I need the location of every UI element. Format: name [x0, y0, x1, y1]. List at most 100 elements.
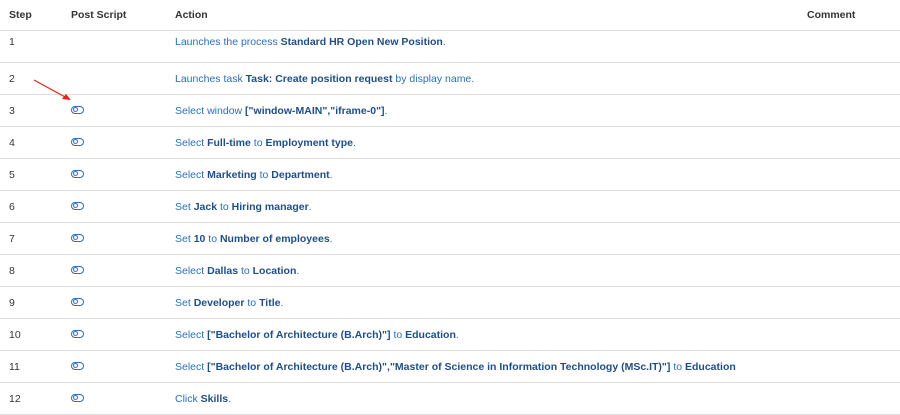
action-text: Select Full-time to Employment type. [175, 136, 356, 150]
table-row: 10 Select ["Bachelor of Architecture (B.A… [0, 319, 900, 351]
action-label: . [329, 169, 333, 181]
action-value: Developer [193, 297, 245, 309]
action-text: Select Dallas to Location. [175, 264, 299, 278]
action-text: Select ["Bachelor of Architecture (B.Arc… [175, 360, 736, 374]
action-text: Select window ["window-MAIN","iframe-0"]… [175, 104, 387, 118]
post-script-cell [71, 391, 85, 405]
action-label: . [296, 265, 300, 277]
toggle-icon[interactable] [71, 330, 84, 338]
action-label: Click [175, 393, 201, 405]
post-script-cell [71, 263, 85, 277]
table-row: 1 Launches the process Standard HR Open N… [0, 31, 900, 63]
action-label: . [442, 36, 446, 48]
step-number: 7 [9, 233, 15, 245]
action-value: Jack [193, 201, 218, 213]
action-label: . [228, 393, 232, 405]
step-number: 10 [9, 329, 21, 341]
action-label: Select [175, 361, 208, 373]
toggle-icon[interactable] [71, 234, 84, 242]
table-row: 12 Click Skills. [0, 383, 900, 415]
post-script-cell [71, 199, 85, 213]
action-text: Click Skills. [175, 392, 231, 406]
action-label: . [308, 201, 312, 213]
action-label: . [455, 329, 459, 341]
action-value: Hiring manager [231, 201, 309, 213]
header-comment: Comment [807, 9, 856, 21]
table-row: 6 Set Jack to Hiring manager. [0, 191, 900, 223]
action-label: to [670, 361, 686, 373]
action-label: Select [175, 169, 208, 181]
action-value: Department [271, 169, 330, 181]
step-number: 9 [9, 297, 15, 309]
action-text: Set Developer to Title. [175, 296, 283, 310]
action-value: Task: Create position request [245, 73, 393, 85]
table-row: 7 Set 10 to Number of employees. [0, 223, 900, 255]
table-row: 11 Select ["Bachelor of Architecture (B.A… [0, 351, 900, 383]
action-label: Select window [175, 105, 246, 117]
action-text: Launches the process Standard HR Open Ne… [175, 35, 446, 49]
toggle-icon[interactable] [71, 106, 84, 114]
action-label: to [205, 233, 220, 245]
action-label: Launches the process [175, 36, 281, 48]
toggle-icon[interactable] [71, 298, 84, 306]
action-value: Education [685, 361, 736, 373]
post-script-cell [71, 135, 85, 149]
step-number: 8 [9, 265, 15, 277]
toggle-icon[interactable] [71, 362, 84, 370]
action-value: Full-time [207, 137, 251, 149]
post-script-cell [71, 295, 85, 309]
action-label: to [390, 329, 406, 341]
action-label: to [238, 265, 253, 277]
table-row: 2 Launches task Task: Create position req… [0, 63, 900, 95]
action-label: Select [175, 265, 208, 277]
action-label: to [217, 201, 232, 213]
action-label: Set [175, 297, 194, 309]
action-label: . [280, 297, 284, 309]
step-number: 4 [9, 137, 15, 149]
step-number: 2 [9, 73, 15, 85]
step-number: 5 [9, 169, 15, 181]
action-label: . [329, 233, 333, 245]
table-body: 1 Launches the process Standard HR Open N… [0, 31, 900, 415]
post-script-cell [71, 359, 85, 373]
action-label: Set [175, 233, 194, 245]
toggle-icon[interactable] [71, 202, 84, 210]
steps-table: Step Post Script Action Comment 1 Launche… [0, 0, 900, 415]
toggle-icon[interactable] [71, 138, 84, 146]
action-label: to [250, 137, 266, 149]
action-value: Number of employees [219, 233, 330, 245]
action-value: Education [405, 329, 456, 341]
table-row: 9 Set Developer to Title. [0, 287, 900, 319]
action-label: . [384, 105, 388, 117]
action-label: to [256, 169, 272, 181]
step-number: 12 [9, 393, 21, 405]
action-label: . [352, 137, 356, 149]
action-value: Skills [200, 393, 229, 405]
action-value: Standard HR Open New Position [280, 36, 443, 48]
action-value: Dallas [207, 265, 239, 277]
action-text: Set Jack to Hiring manager. [175, 200, 312, 214]
action-text: Select ["Bachelor of Architecture (B.Arc… [175, 328, 459, 342]
header-action: Action [175, 9, 208, 21]
table-row: 4 Select Full-time to Employment type. [0, 127, 900, 159]
toggle-icon[interactable] [71, 394, 84, 402]
post-script-cell [71, 167, 85, 181]
post-script-cell [71, 327, 85, 341]
table-row: 5 Select Marketing to Department. [0, 159, 900, 191]
action-value: Location [252, 265, 297, 277]
step-number: 6 [9, 201, 15, 213]
action-text: Select Marketing to Department. [175, 168, 333, 182]
action-label: Select [175, 137, 208, 149]
action-value: ["Bachelor of Architecture (B.Arch)"] [207, 329, 391, 341]
table-header: Step Post Script Action Comment [0, 0, 900, 31]
action-value: Marketing [207, 169, 257, 181]
post-script-cell [71, 103, 85, 117]
header-step: Step [9, 9, 32, 21]
step-number: 1 [9, 36, 15, 48]
header-post-script: Post Script [71, 9, 127, 21]
toggle-icon[interactable] [71, 170, 84, 178]
action-value: 10 [193, 233, 206, 245]
table-row: 8 Select Dallas to Location. [0, 255, 900, 287]
step-number: 11 [9, 361, 20, 373]
toggle-icon[interactable] [71, 266, 84, 274]
